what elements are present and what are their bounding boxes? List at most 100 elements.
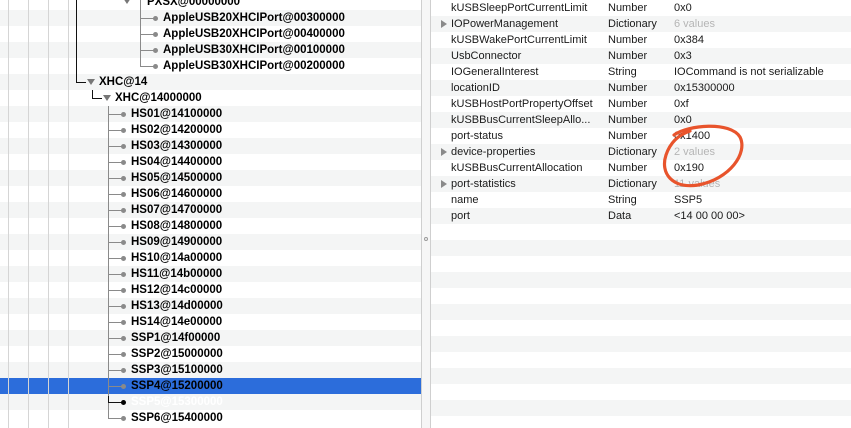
- leaf-node-dot: [121, 160, 126, 165]
- tree-node-port[interactable]: HS14@14e00000: [131, 314, 222, 330]
- tree-node-selected-port[interactable]: SSP5@15300000: [131, 394, 223, 410]
- tree-branch-line: [108, 210, 122, 211]
- property-row[interactable]: port Data <14 00 00 00>: [431, 208, 851, 224]
- disclosure-triangle-icon[interactable]: [87, 79, 95, 85]
- property-value: 0xf: [674, 98, 689, 110]
- registry-tree-pane[interactable]: PXSX@00000000 AppleUSB20XHCIPort@0030000…: [0, 0, 421, 428]
- property-row[interactable]: name String SSP5: [431, 192, 851, 208]
- tree-node-port[interactable]: HS09@14900000: [131, 234, 222, 250]
- tree-node-port[interactable]: HS08@14800000: [131, 218, 222, 234]
- leaf-node-dot: [121, 336, 126, 341]
- tree-indent-guide: [68, 0, 69, 428]
- tree-node-port[interactable]: SSP2@15000000: [131, 346, 223, 362]
- property-value: 2 values: [674, 146, 715, 158]
- tree-node-port[interactable]: SSP1@14f00000: [131, 330, 220, 346]
- leaf-node-dot: [153, 64, 158, 69]
- tree-branch-line: [108, 290, 122, 291]
- empty-row: [431, 320, 851, 336]
- property-type: Dictionary: [608, 178, 657, 190]
- property-type: String: [608, 194, 637, 206]
- tree-branch-line: [108, 146, 122, 147]
- empty-row: [431, 288, 851, 304]
- property-row[interactable]: device-properties Dictionary 2 values: [431, 144, 851, 160]
- tree-branch-line: [108, 130, 122, 131]
- tree-node-port[interactable]: HS07@14700000: [131, 202, 222, 218]
- leaf-node-dot: [121, 400, 126, 405]
- property-row[interactable]: port-statistics Dictionary 11 values: [431, 176, 851, 192]
- leaf-node-dot: [121, 192, 126, 197]
- leaf-node-dot: [121, 288, 126, 293]
- tree-node-xhc-controller[interactable]: XHC@14000000: [115, 90, 202, 106]
- property-row[interactable]: UsbConnector Number 0x3: [431, 48, 851, 64]
- leaf-node-dot: [121, 144, 126, 149]
- disclosure-triangle-icon[interactable]: [441, 180, 447, 188]
- property-row[interactable]: kUSBSleepPortCurrentLimit Number 0x0: [431, 0, 851, 16]
- tree-node-port[interactable]: SSP3@15100000: [131, 362, 223, 378]
- tree-row-background: [0, 90, 421, 106]
- pane-splitter[interactable]: [421, 0, 431, 428]
- property-type: Number: [608, 2, 648, 14]
- property-value: 0x1400: [674, 130, 711, 142]
- tree-node-port[interactable]: HS10@14a00000: [131, 250, 222, 266]
- tree-branch-line: [108, 354, 122, 355]
- tree-node-port[interactable]: HS03@14300000: [131, 138, 222, 154]
- disclosure-triangle-icon[interactable]: [441, 148, 447, 156]
- tree-node-port[interactable]: HS02@14200000: [131, 122, 222, 138]
- tree-node-port[interactable]: HS05@14500000: [131, 170, 222, 186]
- tree-branch-line: [108, 370, 122, 371]
- leaf-node-dot: [153, 16, 158, 21]
- tree-node-port[interactable]: HS04@14400000: [131, 154, 222, 170]
- empty-row: [431, 416, 851, 428]
- splitter-grip-icon[interactable]: [424, 237, 428, 241]
- disclosure-triangle-icon[interactable]: [103, 95, 111, 101]
- tree-branch-line: [108, 242, 122, 243]
- tree-node-pxsx[interactable]: PXSX@00000000: [147, 0, 240, 10]
- property-value: 0x0: [674, 2, 692, 14]
- tree-branch-line: [108, 258, 122, 259]
- tree-branch-line: [108, 194, 122, 195]
- property-row[interactable]: locationID Number 0x15300000: [431, 80, 851, 96]
- tree-node-port[interactable]: HS11@14b00000: [131, 266, 222, 282]
- properties-table[interactable]: kUSBSleepPortCurrentLimit Number 0x0 IOPowe…: [431, 0, 851, 428]
- tree-node-port[interactable]: HS13@14d00000: [131, 298, 223, 314]
- tree-node-port[interactable]: HS06@14600000: [131, 186, 222, 202]
- property-row[interactable]: port-status Number 0x1400: [431, 128, 851, 144]
- tree-branch-line: [140, 66, 154, 67]
- property-type: Dictionary: [608, 146, 657, 158]
- property-row[interactable]: kUSBBusCurrentSleepAllo... Number 0x0: [431, 112, 851, 128]
- tree-node-port[interactable]: AppleUSB30XHCIPort@00200000: [163, 58, 345, 74]
- tree-branch-line: [108, 178, 122, 179]
- property-row[interactable]: IOGeneralInterest String IOCommand is not …: [431, 64, 851, 80]
- leaf-node-dot: [121, 240, 126, 245]
- tree-node-port[interactable]: HS12@14c00000: [131, 282, 222, 298]
- property-value: SSP5: [674, 194, 703, 206]
- property-key: locationID: [451, 82, 500, 94]
- property-row[interactable]: kUSBWakePortCurrentLimit Number 0x384: [431, 32, 851, 48]
- property-row[interactable]: kUSBHostPortPropertyOffset Number 0xf: [431, 96, 851, 112]
- tree-node-port[interactable]: HS01@14100000: [131, 106, 222, 122]
- tree-indent-guide: [48, 0, 49, 428]
- disclosure-triangle-icon[interactable]: [123, 0, 131, 4]
- tree-branch-line: [108, 322, 122, 323]
- property-row[interactable]: IOPowerManagement Dictionary 6 values: [431, 16, 851, 32]
- empty-row: [431, 384, 851, 400]
- tree-node-port[interactable]: SSP4@15200000: [131, 378, 223, 394]
- tree-node-port[interactable]: SSP6@15400000: [131, 410, 223, 426]
- tree-node-port[interactable]: AppleUSB20XHCIPort@00300000: [163, 10, 345, 26]
- tree-node-port[interactable]: AppleUSB30XHCIPort@00100000: [163, 42, 345, 58]
- leaf-node-dot: [121, 416, 126, 421]
- property-row[interactable]: kUSBBusCurrentAllocation Number 0x190: [431, 160, 851, 176]
- tree-branch-line: [108, 338, 122, 339]
- property-key: name: [451, 194, 479, 206]
- property-type: String: [608, 66, 637, 78]
- tree-branch-line: [140, 18, 154, 19]
- property-type: Number: [608, 34, 648, 46]
- tree-node-port[interactable]: AppleUSB20XHCIPort@00400000: [163, 26, 345, 42]
- property-value: 0x0: [674, 114, 692, 126]
- tree-node-xhc[interactable]: XHC@14: [99, 74, 147, 90]
- property-value: 11 values: [674, 178, 721, 190]
- leaf-node-dot: [153, 48, 158, 53]
- disclosure-triangle-icon[interactable]: [441, 20, 447, 28]
- leaf-node-dot: [121, 352, 126, 357]
- empty-row: [431, 224, 851, 240]
